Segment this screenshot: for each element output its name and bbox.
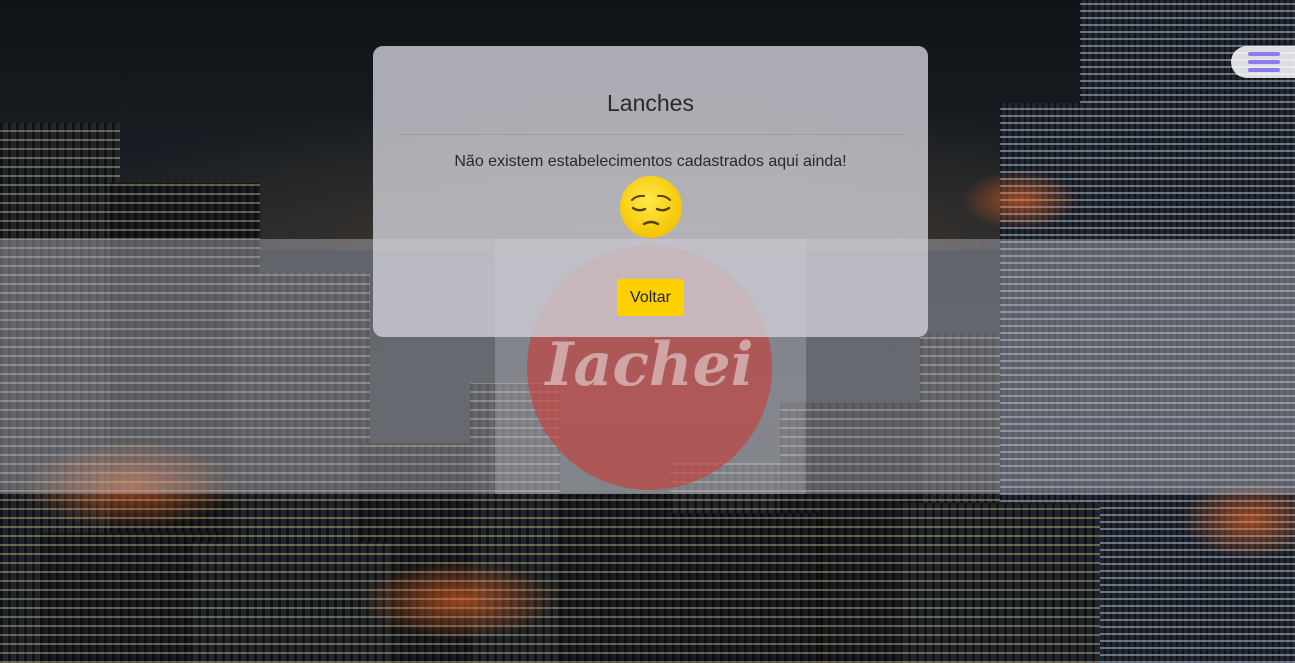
content-card: Lanches Não existem estabelecimentos cad… bbox=[373, 46, 928, 337]
menu-button[interactable] bbox=[1231, 46, 1295, 78]
back-button[interactable]: Voltar bbox=[617, 279, 684, 316]
title-divider bbox=[398, 134, 903, 135]
pensive-face-icon bbox=[620, 176, 682, 238]
hamburger-menu-icon bbox=[1248, 52, 1280, 56]
page-title: Lanches bbox=[607, 90, 694, 116]
brand-logo-text: Iachei bbox=[545, 330, 754, 400]
page: Iachei Lanches Não existem estabelecimen… bbox=[0, 0, 1295, 663]
empty-state-message: Não existem estabelecimentos cadastrados… bbox=[454, 153, 847, 170]
